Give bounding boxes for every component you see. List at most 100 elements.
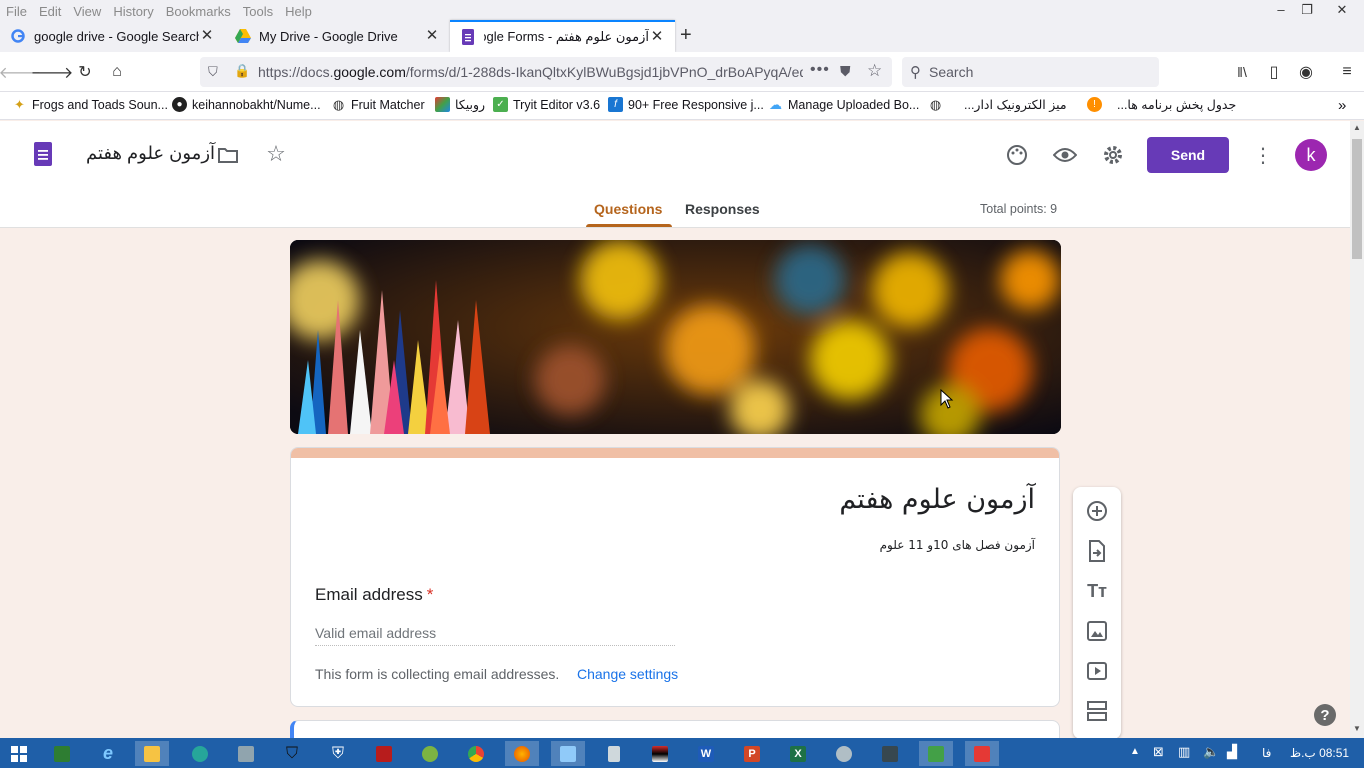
more-actions-icon[interactable]: ••• (810, 61, 830, 79)
app-icon[interactable] (873, 741, 907, 766)
app-icon[interactable] (827, 741, 861, 766)
menu-view[interactable]: View (67, 4, 107, 19)
vertical-scrollbar[interactable]: ▲ ▼ (1350, 121, 1364, 738)
star-icon[interactable]: ☆ (263, 141, 289, 167)
signal-icon[interactable]: ▟ (1227, 744, 1237, 760)
tab-title: google drive - Google Search (34, 28, 199, 44)
url-text[interactable]: https://docs.google.com/forms/d/1-288ds-… (258, 64, 803, 80)
add-title-icon[interactable]: Tт (1085, 579, 1109, 603)
back-icon[interactable]: 🡐 (0, 60, 41, 84)
tab-responses[interactable]: Responses (685, 201, 760, 217)
calculator-icon[interactable] (597, 741, 631, 766)
import-questions-icon[interactable] (1085, 539, 1109, 563)
menu-help[interactable]: Help (279, 4, 318, 19)
chrome-icon[interactable] (459, 741, 493, 766)
add-video-icon[interactable] (1085, 659, 1109, 683)
send-button[interactable]: Send (1147, 137, 1229, 173)
bookmark-item[interactable]: ✓ Tryit Editor v3.6 (493, 97, 600, 112)
tab-google-drive[interactable]: My Drive - Google Drive ✕ (225, 20, 450, 52)
bookmark-item[interactable]: ● keihannobakht/Nume... (172, 97, 321, 112)
minimize-button[interactable]: – (1268, 0, 1294, 22)
address-bar[interactable]: ⛉ 🔒 https://docs.google.com/forms/d/1-28… (200, 57, 892, 87)
forward-icon[interactable]: 🡒 (31, 60, 74, 84)
volume-icon[interactable]: 🔈 (1203, 744, 1219, 760)
menu-history[interactable]: History (107, 4, 159, 19)
tray-network-icon[interactable]: ⊠ (1153, 744, 1164, 760)
search-bar[interactable]: ⚲ Search (902, 57, 1159, 87)
home-icon[interactable]: ⌂ (105, 60, 129, 84)
menu-bookmarks[interactable]: Bookmarks (160, 4, 237, 19)
reload-icon[interactable]: ↻ (73, 60, 97, 84)
tray-up-arrow-icon[interactable]: ▲ (1130, 746, 1140, 757)
language-indicator[interactable]: فا (1262, 746, 1271, 760)
palette-icon[interactable] (1004, 142, 1030, 168)
menu-edit[interactable]: Edit (33, 4, 67, 19)
defender-icon[interactable]: ⛨ (321, 741, 355, 766)
app-icon[interactable] (229, 741, 263, 766)
internet-explorer-icon[interactable]: e (91, 741, 125, 766)
clock[interactable]: 08:51 ب.ظ (1290, 746, 1349, 760)
camtasia-icon[interactable] (919, 741, 953, 766)
tab-google-search[interactable]: google drive - Google Search ✕ (0, 20, 225, 52)
add-image-icon[interactable] (1085, 619, 1109, 643)
library-icon[interactable]: ‖\ (1230, 60, 1254, 84)
start-windows-icon[interactable] (2, 741, 36, 766)
app-icon[interactable] (413, 741, 447, 766)
shield-icon[interactable]: ⛉ (208, 64, 218, 80)
sidebar-icon[interactable]: ▯ (1262, 60, 1286, 84)
scroll-down-icon[interactable]: ▼ (1353, 724, 1361, 733)
restore-button[interactable]: ❐ (1294, 0, 1320, 22)
forms-logo-icon[interactable] (30, 141, 56, 167)
form-title[interactable]: آزمون علوم هفتم (839, 484, 1035, 515)
close-tab-icon[interactable]: ✕ (199, 28, 215, 44)
preview-eye-icon[interactable] (1052, 142, 1078, 168)
firefox-icon[interactable] (505, 741, 539, 766)
tab-questions[interactable]: Questions (594, 201, 662, 217)
more-vert-icon[interactable]: ⋮ (1250, 142, 1276, 168)
menu-file[interactable]: File (0, 4, 33, 19)
form-description[interactable]: آزمون فصل های 10و 11 علوم (880, 538, 1035, 552)
hamburger-menu-icon[interactable]: ≡ (1335, 60, 1359, 84)
scrollbar-thumb[interactable] (1352, 139, 1362, 259)
close-window-button[interactable]: ✕ (1320, 0, 1364, 22)
app-icon[interactable] (643, 741, 677, 766)
bookmark-item[interactable]: روبیکا (435, 97, 485, 112)
bookmark-item[interactable]: ◍ Fruit Matcher (331, 97, 425, 112)
add-section-icon[interactable] (1085, 699, 1109, 723)
file-explorer-icon[interactable] (135, 741, 169, 766)
app-icon[interactable] (45, 741, 79, 766)
bookmark-item[interactable]: ✦ Frogs and Toads Soun... (12, 97, 168, 112)
avatar[interactable]: k (1295, 139, 1327, 171)
email-field[interactable] (315, 620, 675, 646)
close-tab-icon[interactable]: ✕ (649, 29, 665, 45)
tab-google-forms[interactable]: آزمون علوم هفتم - Google Forms ✕ (450, 20, 675, 52)
excel-icon[interactable]: X (781, 741, 815, 766)
scroll-up-icon[interactable]: ▲ (1353, 123, 1361, 132)
pocket-icon[interactable]: ⛊ (840, 63, 851, 80)
lock-icon[interactable]: 🔒 (234, 63, 250, 79)
notepad-icon[interactable] (551, 741, 585, 766)
tray-device-icon[interactable]: ▥ (1178, 744, 1190, 760)
account-icon[interactable]: ◉ (1294, 60, 1318, 84)
close-tab-icon[interactable]: ✕ (424, 28, 440, 44)
powerpoint-icon[interactable]: P (735, 741, 769, 766)
word-icon[interactable]: W (689, 741, 723, 766)
bookmark-item[interactable]: f 90+ Free Responsive j... (608, 97, 764, 112)
folder-icon[interactable] (215, 142, 241, 168)
bookmark-item[interactable]: ☁ Manage Uploaded Bo... (768, 97, 919, 112)
new-tab-button[interactable]: + (680, 24, 692, 47)
settings-gear-icon[interactable] (1100, 142, 1126, 168)
bookmark-item[interactable]: ◍ میز الکترونیک ادار... (928, 97, 1067, 113)
help-icon[interactable]: ? (1314, 704, 1336, 726)
star-bookmark-icon[interactable]: ☆ (867, 61, 882, 81)
form-title-header[interactable]: آزمون علوم هفتم (86, 143, 215, 164)
security-shield-icon[interactable]: ⛉ (275, 741, 309, 766)
flash-icon[interactable] (367, 741, 401, 766)
maps-icon[interactable] (183, 741, 217, 766)
camtasia-recorder-icon[interactable] (965, 741, 999, 766)
change-settings-link[interactable]: Change settings (577, 666, 678, 682)
chevron-more-icon[interactable]: » (1338, 97, 1346, 114)
add-question-icon[interactable] (1085, 499, 1109, 523)
bookmark-item[interactable]: ! جدول پخش برنامه ها... (1087, 97, 1236, 112)
menu-tools[interactable]: Tools (237, 4, 279, 19)
